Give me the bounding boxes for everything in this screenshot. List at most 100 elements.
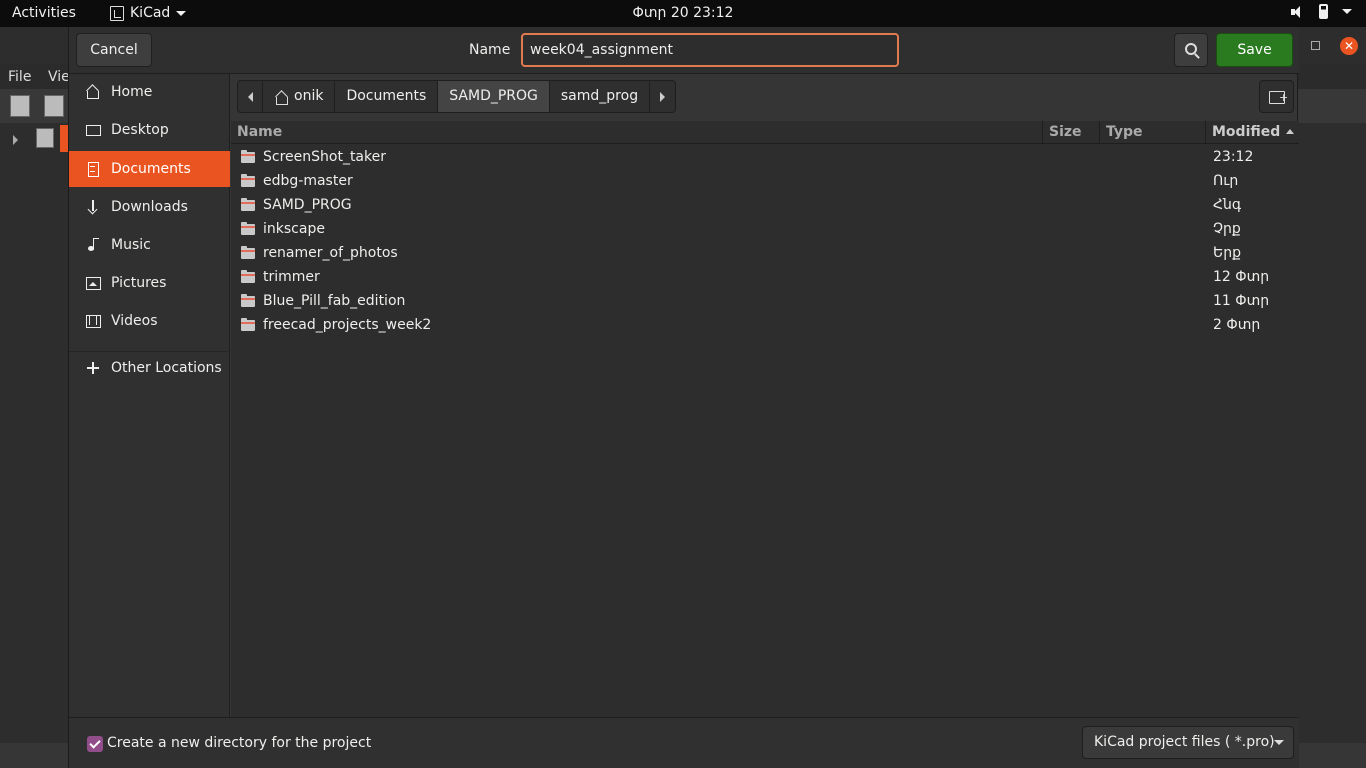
expand-arrow-icon[interactable] xyxy=(13,135,18,145)
maximize-icon[interactable] xyxy=(1311,41,1320,50)
file-name: trimmer xyxy=(263,269,320,285)
folder-icon xyxy=(241,318,255,331)
project-tree xyxy=(0,123,68,159)
chevron-down-icon xyxy=(1342,9,1352,14)
file-list: Name Size Type Modified ScreenShot_taker… xyxy=(231,121,1299,717)
chevron-down-icon xyxy=(1274,740,1284,745)
path-crumb-label: samd_prog xyxy=(560,88,639,104)
column-type[interactable]: Type xyxy=(1100,121,1206,144)
table-row[interactable]: freecad_projects_week2 2 Փտր xyxy=(231,314,1299,338)
project-icon xyxy=(36,128,54,148)
table-row[interactable]: edbg-master Ուր xyxy=(231,170,1299,194)
music-icon xyxy=(85,237,101,253)
cancel-button[interactable]: Cancel xyxy=(76,33,152,67)
new-project-icon[interactable] xyxy=(10,95,30,117)
documents-icon xyxy=(85,161,101,177)
videos-icon xyxy=(85,313,101,329)
file-name: freecad_projects_week2 xyxy=(263,317,432,333)
path-crumb-label: onik xyxy=(294,88,324,104)
column-name[interactable]: Name xyxy=(231,121,1043,144)
table-row[interactable]: renamer_of_photos Երք xyxy=(231,242,1299,266)
path-forward-button[interactable] xyxy=(650,80,677,113)
folder-icon xyxy=(241,246,255,259)
pictures-icon xyxy=(85,275,101,291)
sidebar-item-label: Documents xyxy=(111,161,191,177)
file-type-filter[interactable]: KiCad project files ( *.pro) xyxy=(1082,726,1294,759)
file-modified: 12 Փտր xyxy=(1213,269,1270,285)
kicad-icon xyxy=(110,5,124,21)
file-name: Blue_Pill_fab_edition xyxy=(263,293,406,309)
breadcrumb: onik Documents SAMD_PROG samd_prog xyxy=(237,80,677,113)
file-name: edbg-master xyxy=(263,173,353,189)
menu-view[interactable]: Vie xyxy=(48,69,70,85)
column-size[interactable]: Size xyxy=(1043,121,1100,144)
close-icon[interactable]: ✕ xyxy=(1340,37,1358,55)
activities-button[interactable]: Activities xyxy=(12,5,76,21)
create-directory-checkbox[interactable] xyxy=(87,736,103,752)
app-menu-label: KiCad xyxy=(130,5,171,21)
sidebar-item-other-locations[interactable]: Other Locations xyxy=(69,350,230,386)
create-directory-label[interactable]: Create a new directory for the project xyxy=(107,735,371,751)
places-sidebar: Home Desktop Documents Downloads Music P… xyxy=(69,74,230,717)
sidebar-item-desktop[interactable]: Desktop xyxy=(69,112,230,148)
file-name: SAMD_PROG xyxy=(263,197,352,213)
file-modified: Երք xyxy=(1213,245,1242,261)
plus-icon xyxy=(85,360,101,376)
path-crumb-samd-prog-sub[interactable]: samd_prog xyxy=(549,80,651,113)
dialog-footer: Create a new directory for the project K… xyxy=(69,717,1299,768)
chevron-right-icon xyxy=(660,91,666,102)
app-menu[interactable]: KiCad xyxy=(110,5,187,21)
sidebar-item-label: Pictures xyxy=(111,275,167,291)
table-row[interactable]: trimmer 12 Փտր xyxy=(231,266,1299,290)
downloads-icon xyxy=(85,199,101,215)
folder-icon xyxy=(241,222,255,235)
menu-file[interactable]: File xyxy=(8,69,31,85)
path-back-button[interactable] xyxy=(237,80,263,113)
save-button[interactable]: Save xyxy=(1216,33,1293,67)
file-name: inkscape xyxy=(263,221,325,237)
sidebar-item-label: Downloads xyxy=(111,199,188,215)
sidebar-item-music[interactable]: Music xyxy=(69,227,230,263)
search-button[interactable] xyxy=(1174,33,1208,67)
path-crumb-home[interactable]: onik xyxy=(263,80,336,113)
path-crumb-label: SAMD_PROG xyxy=(449,88,538,104)
battery-icon xyxy=(1319,4,1328,19)
table-row[interactable]: SAMD_PROG Հնգ xyxy=(231,194,1299,218)
sort-ascending-icon xyxy=(1286,129,1295,134)
new-folder-button[interactable] xyxy=(1259,80,1294,113)
file-name: renamer_of_photos xyxy=(263,245,398,261)
sidebar-item-home[interactable]: Home xyxy=(69,74,230,110)
folder-icon xyxy=(241,174,255,187)
column-header: Name Size Type Modified xyxy=(231,121,1299,144)
sidebar-item-label: Music xyxy=(111,237,151,253)
search-icon xyxy=(1185,43,1197,55)
file-modified: Ուր xyxy=(1213,173,1239,189)
sidebar-item-downloads[interactable]: Downloads xyxy=(69,189,230,225)
sidebar-item-videos[interactable]: Videos xyxy=(69,303,230,339)
path-crumb-documents[interactable]: Documents xyxy=(335,80,439,113)
launcher-pane xyxy=(1298,89,1366,123)
file-type-filter-label: KiCad project files ( *.pro) xyxy=(1094,734,1275,750)
table-row[interactable]: inkscape Չրք xyxy=(231,218,1299,242)
sidebar-item-documents[interactable]: Documents xyxy=(69,151,230,187)
sidebar-item-pictures[interactable]: Pictures xyxy=(69,265,230,301)
desktop-icon xyxy=(85,122,101,138)
sidebar-item-label: Desktop xyxy=(111,122,169,138)
column-modified[interactable]: Modified xyxy=(1206,121,1299,144)
file-modified: Հնգ xyxy=(1213,197,1242,213)
top-panel: Activities KiCad Փտր 20 23:12 xyxy=(0,0,1366,27)
folder-icon xyxy=(241,294,255,307)
toolbar xyxy=(0,89,68,123)
file-name-input[interactable] xyxy=(521,33,899,67)
file-modified: 2 Փտր xyxy=(1213,317,1261,333)
table-row[interactable]: Blue_Pill_fab_edition 11 Փտր xyxy=(231,290,1299,314)
path-crumb-samd-prog[interactable]: SAMD_PROG xyxy=(438,80,550,113)
tree-selection[interactable] xyxy=(60,125,68,152)
new-template-icon[interactable] xyxy=(44,95,64,117)
clock[interactable]: Փտր 20 23:12 xyxy=(0,5,1366,21)
folder-icon xyxy=(241,270,255,283)
system-tray[interactable] xyxy=(1291,4,1352,19)
save-dialog: Cancel Name Save Home Desktop Documents … xyxy=(68,27,1299,768)
file-modified: 23:12 xyxy=(1213,149,1254,165)
table-row[interactable]: ScreenShot_taker 23:12 xyxy=(231,146,1299,170)
